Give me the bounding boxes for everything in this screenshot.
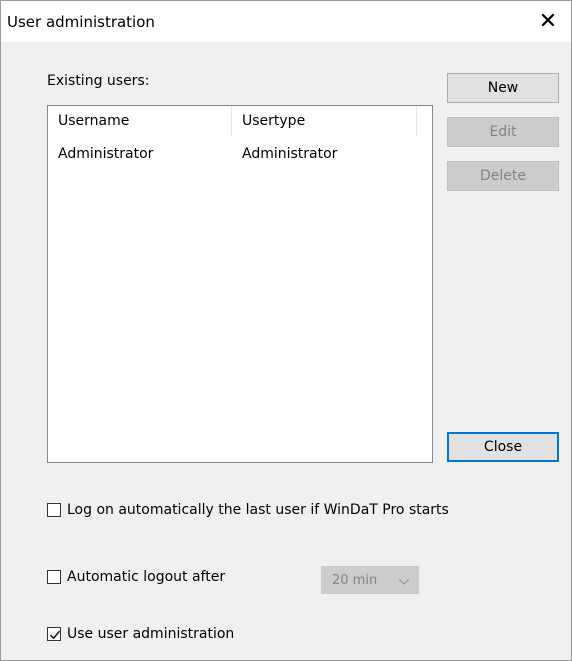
list-header: Username Usertype [48, 106, 432, 136]
window-title: User administration [7, 13, 155, 31]
auto-logout-checkbox[interactable] [47, 570, 61, 584]
delete-button[interactable]: Delete [447, 161, 559, 191]
auto-logout-option[interactable]: Automatic logout after [47, 569, 225, 585]
logout-timeout-value: 20 min [332, 573, 378, 588]
use-user-admin-option[interactable]: Use user administration [47, 626, 234, 642]
usertype-cell: Administrator [242, 146, 338, 162]
auto-logon-option[interactable]: Log on automatically the last user if Wi… [47, 502, 449, 518]
auto-logout-label: Automatic logout after [67, 569, 226, 585]
title-bar: User administration ✕ [1, 1, 571, 42]
auto-logon-label: Log on automatically the last user if Wi… [67, 502, 449, 518]
existing-users-label: Existing users: [47, 73, 150, 89]
column-separator[interactable] [416, 106, 417, 136]
chevron-down-icon [398, 575, 410, 590]
use-user-admin-label: Use user administration [67, 626, 235, 642]
edit-button[interactable]: Edit [447, 117, 559, 147]
column-separator[interactable] [231, 106, 232, 136]
close-button[interactable]: Close [447, 432, 559, 462]
auto-logon-checkbox[interactable] [47, 503, 61, 517]
checkmark-icon [49, 630, 61, 640]
use-user-admin-checkbox[interactable] [47, 627, 61, 641]
close-icon[interactable]: ✕ [525, 1, 571, 42]
list-item[interactable]: Administrator Administrator [48, 146, 432, 168]
column-header-usertype[interactable]: Usertype [242, 113, 305, 129]
user-administration-dialog: User administration ✕ Existing users: Us… [0, 0, 572, 661]
logout-timeout-select[interactable]: 20 min [321, 566, 419, 594]
new-button[interactable]: New [447, 73, 559, 103]
column-header-username[interactable]: Username [58, 113, 129, 129]
users-list[interactable]: Username Usertype Administrator Administ… [47, 105, 433, 463]
username-cell: Administrator [58, 146, 154, 162]
